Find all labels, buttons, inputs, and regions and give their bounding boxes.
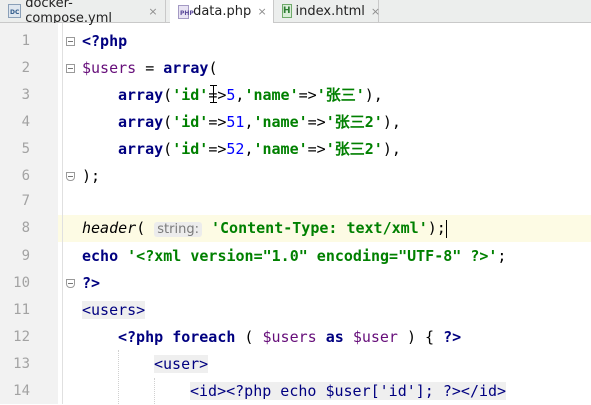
code-line-14[interactable]: <id><?php echo $user['id']; ?></id> [190, 378, 507, 405]
close-icon[interactable]: × [257, 5, 267, 18]
line-number: 14 [13, 383, 30, 399]
code-line-6[interactable]: ); [82, 163, 100, 190]
line-number: 1 [21, 33, 30, 49]
line-number: 8 [21, 220, 30, 236]
code-line-4[interactable]: array('id'=>51,'name'=>'张三2'), [118, 109, 401, 136]
mouse-ibeam-cursor [210, 85, 217, 103]
editor-tab-bar: DC docker-compose.yml × PHP data.php × H… [0, 0, 591, 26]
indent-guide [118, 350, 119, 404]
line-number: 11 [13, 302, 30, 318]
line-number: 10 [13, 275, 30, 291]
line-number: 5 [21, 141, 30, 157]
tab-index-html[interactable]: H index.html × [274, 0, 380, 22]
line-number: 3 [21, 87, 30, 103]
tab-data-php[interactable]: PHP data.php × [170, 0, 274, 23]
indent-guide [154, 378, 155, 404]
fold-end-icon[interactable] [66, 172, 75, 181]
code-line-3[interactable]: array('id'=>5,'name'=>'张三'), [118, 82, 383, 109]
code-line-10[interactable]: ?> [82, 270, 100, 297]
code-line-5[interactable]: array('id'=>52,'name'=>'张三2'), [118, 136, 401, 163]
fold-end-icon[interactable] [66, 279, 75, 288]
fold-icon[interactable] [66, 64, 75, 73]
code-line-9[interactable]: echo '<?xml version="1.0" encoding="UTF-… [82, 243, 506, 270]
parameter-hint: string: [154, 222, 202, 237]
line-number: 9 [21, 248, 30, 264]
line-number: 4 [21, 114, 30, 130]
code-line-12[interactable]: <?php foreach ( $users as $user ) { ?> [118, 324, 461, 351]
tab-label: data.php [193, 4, 252, 19]
text-caret [445, 219, 447, 238]
gutter-separator [62, 23, 63, 404]
line-number: 6 [21, 168, 30, 184]
code-line-11[interactable]: <users> [82, 297, 146, 324]
tab-label: index.html [295, 3, 365, 19]
code-line-1[interactable]: <?php [82, 28, 127, 55]
php-file-icon: PHP [178, 4, 194, 19]
close-icon[interactable]: × [371, 5, 380, 18]
close-icon[interactable]: × [147, 5, 159, 18]
line-number: 12 [13, 329, 30, 345]
line-number: 13 [13, 356, 30, 372]
code-line-13[interactable]: <user> [154, 351, 209, 378]
line-number: 7 [21, 193, 30, 209]
tab-docker-compose[interactable]: DC docker-compose.yml × [0, 0, 166, 26]
line-number: 2 [21, 60, 30, 76]
code-line-2[interactable]: $users = array( [82, 55, 217, 82]
code-line-8[interactable]: header( string: 'Content-Type: text/xml'… [82, 215, 447, 242]
fold-icon[interactable] [66, 37, 75, 46]
html-file-icon: H [282, 4, 292, 18]
docker-compose-file-icon: DC [8, 4, 22, 18]
